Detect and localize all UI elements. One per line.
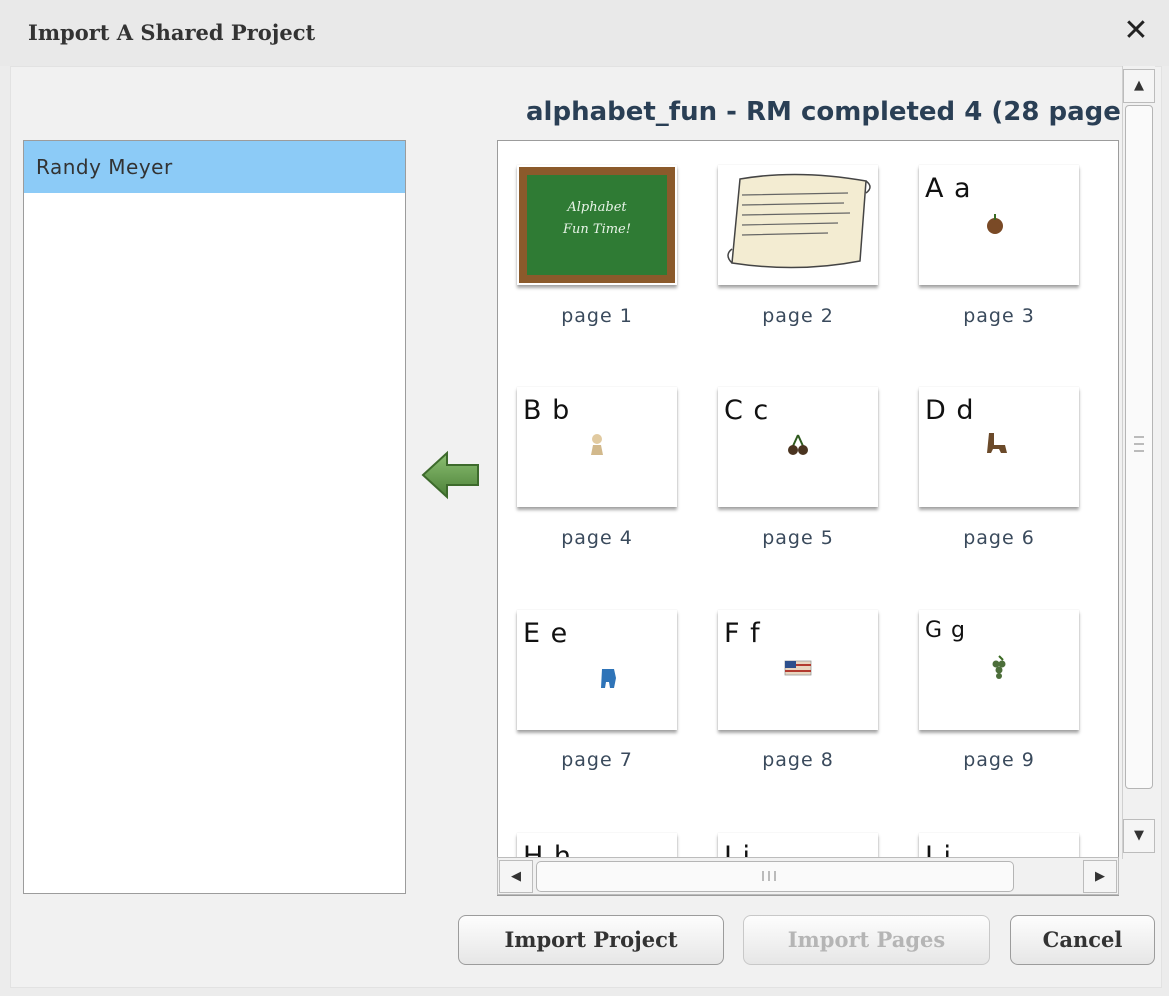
thumb-letters: B b [523,395,571,426]
project-title: alphabet_fun - RM completed 4 (28 pages) [526,97,1122,127]
import-shared-project-dialog: Import A Shared Project ✕ Randy Meyer al… [0,0,1169,996]
scroll-right-icon[interactable]: ▶ [1083,860,1117,893]
page-label: page 1 [561,305,633,327]
apple-icon [987,214,1003,234]
page-thumbnail[interactable]: D d [919,387,1079,507]
scroll-down-icon[interactable]: ▼ [1123,819,1155,853]
thumb-letters: D d [925,395,975,426]
horizontal-scrollbar-thumb[interactable] [536,861,1014,892]
dialog-titlebar: Import A Shared Project ✕ [0,0,1169,66]
grapes-icon [992,655,1006,679]
page-thumbnail[interactable]: F f [718,610,878,730]
elephant-icon [601,669,616,688]
import-pages-button[interactable]: Import Pages [743,915,990,965]
scroll-up-icon[interactable]: ▲ [1123,69,1155,103]
ball-icon [591,434,603,455]
dog-icon [987,433,1007,453]
page-thumbnail[interactable]: A a [919,165,1079,285]
thumb-letters: A a [925,173,972,204]
chalkboard-image: Alphabet Fun Time! [519,167,675,283]
page-thumbnail[interactable]: C c [718,387,878,507]
scroll-image [727,173,871,269]
chalk-line-1: Alphabet [566,200,627,215]
thumb-letters: C c [724,395,770,426]
flag-icon [784,660,812,676]
import-project-button[interactable]: Import Project [458,915,724,965]
cancel-button[interactable]: Cancel [1010,915,1155,965]
close-icon[interactable]: ✕ [1120,14,1152,48]
thumb-letters: G g [925,618,967,643]
page-label: page 5 [762,527,834,549]
dialog-title: Import A Shared Project [28,20,316,45]
page-label: page 2 [762,305,834,327]
page-label: page 3 [963,305,1035,327]
page-label: page 8 [762,749,834,771]
page-label: page 4 [561,527,633,549]
page-label: page 6 [963,527,1035,549]
page-label: page 7 [561,749,633,771]
page-thumbnail-grid: Alphabet Fun Time! page 1 page 2 A a pag… [497,140,1119,896]
vertical-scrollbar-thumb[interactable] [1125,105,1153,789]
scroll-left-icon[interactable]: ◀ [499,860,533,893]
page-thumbnail[interactable]: E e [517,610,677,730]
page-thumbnail[interactable]: B b [517,387,677,507]
shared-user-list: Randy Meyer [23,140,406,894]
page-thumbnail[interactable] [718,165,878,285]
chalk-line-2: Fun Time! [562,222,631,237]
page-thumbnail[interactable]: Alphabet Fun Time! [517,165,677,285]
arrow-left-icon[interactable] [420,448,484,502]
page-thumbnail[interactable]: G g [919,610,1079,730]
cherries-icon [788,434,808,455]
page-label: page 9 [963,749,1035,771]
user-item[interactable]: Randy Meyer [24,141,405,193]
thumb-letters: E e [523,618,569,649]
thumb-letters: F f [724,618,761,649]
